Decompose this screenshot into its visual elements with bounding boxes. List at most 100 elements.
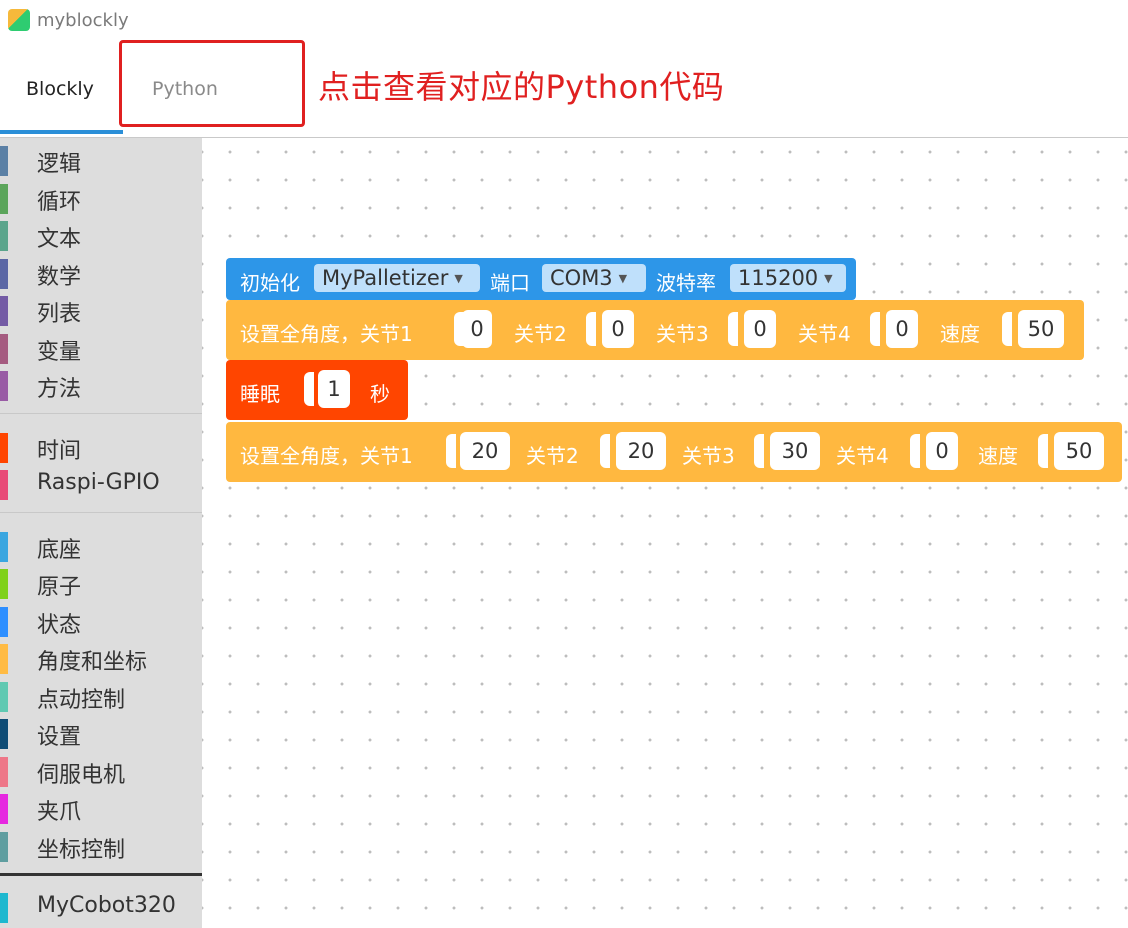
toolbox-category[interactable]: MyCobot320 — [0, 891, 202, 925]
input-socket — [870, 312, 880, 346]
sleep-block[interactable]: 睡眠 1 秒 — [226, 360, 408, 420]
toolbox-category[interactable]: 文本 — [0, 219, 202, 253]
category-label: 循环 — [37, 189, 82, 215]
speed-input[interactable]: 50 — [1054, 432, 1104, 470]
sleep-seconds-input[interactable]: 1 — [318, 370, 350, 408]
category-label: Raspi-GPIO — [37, 470, 160, 495]
category-color-bar — [0, 606, 8, 637]
port-label: 端口 — [490, 271, 530, 295]
blockly-workspace[interactable]: 初始化 MyPalletizer ▼ 端口 COM3 ▼ 波特率 115200 ▼ 设… — [202, 138, 1128, 928]
window-title: myblockly — [37, 10, 129, 31]
category-label: 数学 — [37, 264, 82, 290]
window-titlebar: myblockly — [0, 0, 1128, 40]
category-label: 伺服电机 — [37, 762, 126, 788]
set-angles-label: 设置全角度，关节1 — [240, 444, 413, 468]
category-color-bar — [0, 432, 8, 463]
joint2-input[interactable]: 20 — [616, 432, 666, 470]
category-label: 列表 — [37, 302, 82, 327]
toolbox-category[interactable]: 数学 — [0, 257, 202, 291]
category-color-bar — [0, 569, 8, 599]
toolbox-category[interactable]: 列表 — [0, 294, 202, 328]
category-color-bar — [0, 794, 8, 824]
toolbox-category[interactable]: Raspi-GPIO — [0, 468, 202, 502]
annotation-text: 点击查看对应的Python代码 — [318, 68, 725, 106]
category-label: 夹爪 — [37, 800, 82, 825]
toolbox-category[interactable]: 逻辑 — [0, 144, 202, 178]
set-angles-label: 设置全角度，关节1 — [240, 322, 413, 346]
input-socket — [728, 312, 738, 346]
category-label: 逻辑 — [37, 152, 82, 177]
sleep-unit-label: 秒 — [370, 382, 390, 406]
joint3-label: 关节3 — [656, 322, 709, 346]
category-label: 方法 — [37, 377, 82, 402]
active-tab-indicator — [0, 130, 123, 134]
category-color-bar — [0, 756, 8, 787]
category-label: 坐标控制 — [37, 837, 126, 863]
toolbox-category[interactable]: 伺服电机 — [0, 755, 202, 789]
toolbox-separator — [0, 511, 202, 513]
category-color-bar — [0, 221, 8, 251]
toolbox-category[interactable]: 坐标控制 — [0, 830, 202, 864]
category-label: 文本 — [37, 227, 82, 252]
tab-blockly[interactable]: Blockly — [26, 78, 94, 100]
joint3-label: 关节3 — [682, 444, 735, 468]
toolbox-sidebar: 逻辑循环文本数学列表变量方法时间 Raspi-GPIO 底座原子状态角度和坐标点动控… — [0, 138, 202, 928]
joint2-input[interactable]: 0 — [602, 310, 634, 348]
joint4-label: 关节4 — [798, 322, 851, 346]
category-color-bar — [0, 470, 8, 500]
toolbox-category[interactable]: 变量 — [0, 332, 202, 366]
category-label: 设置 — [37, 725, 82, 750]
input-socket — [446, 434, 456, 468]
set-angles-block[interactable]: 设置全角度，关节1 0 关节2 0 关节3 0 关节4 0 速度 50 — [226, 300, 1084, 360]
port-value: COM3 — [550, 266, 613, 290]
joint4-label: 关节4 — [836, 444, 889, 468]
tab-bar: Blockly Python 点击查看对应的Python代码 — [0, 40, 1128, 138]
category-label: 角度和坐标 — [37, 650, 148, 675]
baud-value: 115200 — [738, 266, 819, 290]
toolbox-category[interactable]: 点动控制 — [0, 680, 202, 714]
speed-label: 速度 — [940, 322, 980, 346]
device-dropdown[interactable]: MyPalletizer ▼ — [314, 264, 480, 292]
toolbox-category[interactable]: 循环 — [0, 182, 202, 216]
category-color-bar — [0, 183, 8, 214]
dropdown-arrow-icon: ▼ — [618, 272, 628, 285]
joint1-input[interactable]: 0 — [462, 310, 492, 348]
toolbox-category[interactable]: 角度和坐标 — [0, 642, 202, 676]
category-color-bar — [0, 681, 8, 712]
speed-input[interactable]: 50 — [1018, 310, 1064, 348]
category-color-bar — [0, 371, 8, 401]
joint4-input[interactable]: 0 — [926, 432, 958, 470]
port-dropdown[interactable]: COM3 ▼ — [542, 264, 646, 292]
joint4-input[interactable]: 0 — [886, 310, 918, 348]
toolbox-category[interactable]: 原子 — [0, 567, 202, 601]
input-socket — [910, 434, 920, 468]
toolbox-category[interactable]: 夹爪 — [0, 792, 202, 826]
speed-label: 速度 — [978, 444, 1018, 468]
set-angles-block[interactable]: 设置全角度，关节1 20 关节2 20 关节3 30 关节4 0 速度 50 — [226, 422, 1122, 482]
init-block[interactable]: 初始化 MyPalletizer ▼ 端口 COM3 ▼ 波特率 115200 ▼ — [226, 258, 856, 300]
toolbox-category[interactable]: 方法 — [0, 369, 202, 403]
input-socket — [586, 312, 596, 346]
joint3-input[interactable]: 0 — [744, 310, 776, 348]
python-tab-highlight-box — [119, 40, 305, 127]
toolbox-category[interactable]: 时间 — [0, 431, 202, 465]
dropdown-arrow-icon: ▼ — [824, 272, 833, 285]
init-label: 初始化 — [240, 271, 300, 295]
toolbox-category[interactable]: 状态 — [0, 605, 202, 639]
app-icon — [8, 9, 30, 31]
category-color-bar — [0, 644, 8, 674]
toolbox-category[interactable]: 设置 — [0, 717, 202, 751]
joint1-input[interactable]: 20 — [460, 432, 510, 470]
dropdown-arrow-icon: ▼ — [454, 272, 463, 285]
toolbox-separator — [0, 873, 202, 876]
category-label: 点动控制 — [37, 687, 126, 713]
category-color-bar — [0, 146, 8, 176]
toolbox-category[interactable]: 底座 — [0, 530, 202, 564]
category-color-bar — [0, 333, 8, 364]
category-label: 底座 — [37, 537, 82, 563]
category-label: 原子 — [37, 575, 82, 600]
baud-dropdown[interactable]: 115200 ▼ — [730, 264, 846, 292]
joint3-input[interactable]: 30 — [770, 432, 820, 470]
toolbox-separator — [0, 412, 202, 414]
input-socket — [754, 434, 764, 468]
